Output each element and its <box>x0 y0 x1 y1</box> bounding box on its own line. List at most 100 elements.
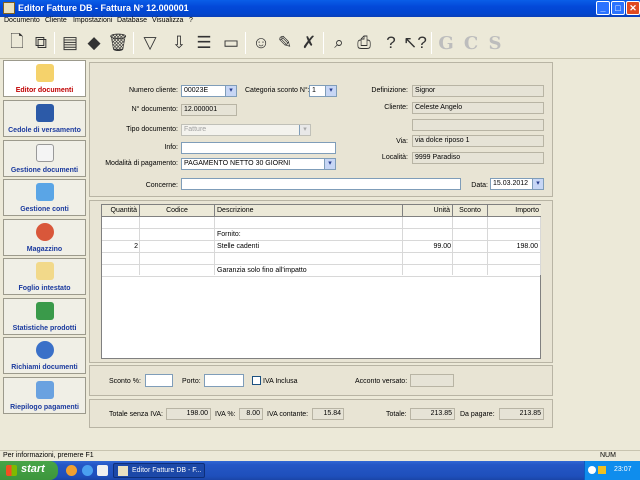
sidebar: Editor documenti Cedole di versamento Ge… <box>3 60 86 448</box>
eraser-icon[interactable]: ◆ <box>81 30 107 56</box>
da-pagare-label: Da pagare: <box>460 411 495 418</box>
table-row[interactable]: Fornito: <box>102 229 540 241</box>
document-header-panel: Numero cliente: 00023E ▾ Categoria sconto… <box>89 62 553 197</box>
chevron-down-icon[interactable]: ▾ <box>225 86 236 96</box>
data-label: Data: <box>471 182 488 189</box>
grid-header-descrizione[interactable]: Descrizione <box>215 205 403 217</box>
new-doc-icon[interactable]: 🗋 <box>4 30 30 56</box>
chevron-down-icon[interactable]: ▾ <box>324 159 335 169</box>
sidebar-item-gestione-documenti[interactable]: Gestione documenti <box>3 140 86 177</box>
letterhead-icon <box>36 262 54 280</box>
menu-cliente[interactable]: Cliente <box>45 17 67 24</box>
list-icon[interactable]: ☰ <box>191 30 217 56</box>
menu-documento[interactable]: Documento <box>4 17 40 24</box>
data-picker[interactable]: 15.03.2012 ▾ <box>490 178 544 190</box>
user-delete-icon[interactable]: ✗ <box>296 30 322 56</box>
window-title: Editor Fatture DB - Fattura N° 12.000001 <box>18 3 189 13</box>
iva-contante-field: 15.84 <box>312 408 344 420</box>
table-row[interactable] <box>102 217 540 229</box>
warehouse-icon <box>36 223 54 241</box>
sidebar-item-statistiche[interactable]: Statistiche prodotti <box>3 298 86 335</box>
trash-icon[interactable]: 🗑 <box>105 30 131 56</box>
totale-label: Totale: <box>386 411 407 418</box>
localita-field: 9999 Paradiso <box>412 152 544 164</box>
sidebar-item-gestione-conti[interactable]: Gestione conti <box>3 179 86 216</box>
cliente-field: Celeste Angelo <box>412 102 544 114</box>
folder-icon[interactable]: ▤ <box>57 30 83 56</box>
ie-quicklaunch-icon[interactable] <box>82 465 93 476</box>
clock[interactable]: 23:07 <box>614 466 632 473</box>
totale-senza-iva-label: Totale senza IVA: <box>109 411 163 418</box>
cliente-label: Cliente: <box>384 104 408 111</box>
copy-doc-icon[interactable]: ⧉ <box>28 30 54 56</box>
items-grid[interactable]: Quantità Codice Descrizione Unità Sconto… <box>101 204 541 359</box>
da-pagare-field: 213.85 <box>499 408 544 420</box>
sidebar-item-editor-documenti[interactable]: Editor documenti <box>3 60 86 97</box>
table-row[interactable]: Garanzia solo fino all'impatto <box>102 265 540 277</box>
concerne-input[interactable] <box>181 178 461 190</box>
sconto-input[interactable] <box>145 374 173 387</box>
pagamento-combo[interactable]: PAGAMENTO NETTO 30 GIORNI ▾ <box>181 158 336 170</box>
sidebar-item-foglio-intestato[interactable]: Foglio intestato <box>3 258 86 295</box>
status-text: Per informazioni, premere F1 <box>3 452 94 459</box>
localita-label: Località: <box>381 154 408 161</box>
documents-icon <box>36 144 54 162</box>
grid-header-codice[interactable]: Codice <box>140 205 215 217</box>
table-row[interactable] <box>102 253 540 265</box>
import-icon[interactable]: ⇩ <box>166 30 192 56</box>
printer-icon[interactable]: ⎙ <box>351 30 377 56</box>
row-unit-price: 99.00 <box>433 243 451 250</box>
categoria-combo[interactable]: 1 ▾ <box>309 85 337 97</box>
minimize-button[interactable]: _ <box>596 1 610 15</box>
grid-header-quantita[interactable]: Quantità <box>102 205 140 217</box>
menu-visualizza[interactable]: Visualizza <box>152 17 183 24</box>
menu-database[interactable]: Database <box>117 17 147 24</box>
windows-logo-icon <box>6 465 17 476</box>
chevron-down-icon[interactable]: ▾ <box>532 179 543 189</box>
c-button[interactable]: C <box>458 30 484 56</box>
search-icon[interactable]: ⌕ <box>326 30 352 56</box>
app-icon[interactable] <box>3 2 15 14</box>
chevron-down-icon[interactable]: ▾ <box>325 86 336 96</box>
network-icon[interactable] <box>588 466 596 474</box>
start-button[interactable]: start <box>0 461 58 480</box>
desktop-quicklaunch-icon[interactable] <box>97 465 108 476</box>
iva-inclusa-checkbox[interactable] <box>252 376 261 385</box>
user-edit-icon[interactable]: ✎ <box>272 30 298 56</box>
sidebar-item-magazzino[interactable]: Magazzino <box>3 219 86 256</box>
g-button[interactable]: G <box>433 30 459 56</box>
pencil-icon <box>36 64 54 82</box>
taskbar-item-label: Editor Fatture DB - F... <box>132 467 202 474</box>
info-input[interactable] <box>181 142 336 154</box>
tipo-documento-combo[interactable]: Fatture ▾ <box>181 124 311 136</box>
browser-quicklaunch-icon[interactable] <box>66 465 77 476</box>
numero-cliente-value: 00023E <box>184 87 209 94</box>
table-row[interactable]: 2 Stelle cadenti 99.00 198.00 <box>102 241 540 253</box>
sidebar-item-cedole[interactable]: Cedole di versamento <box>3 100 86 137</box>
help-icon[interactable]: ? <box>378 30 404 56</box>
context-help-icon[interactable]: ↖? <box>402 30 428 56</box>
shield-icon[interactable] <box>598 466 606 474</box>
porto-input[interactable] <box>204 374 244 387</box>
filter-icon[interactable]: ▽ <box>137 30 163 56</box>
user-icon[interactable]: ☺ <box>248 30 274 56</box>
menu-impostazioni[interactable]: Impostazioni <box>73 17 112 24</box>
menu-help[interactable]: ? <box>189 17 193 24</box>
grid-header-unita[interactable]: Unità <box>403 205 453 217</box>
row-amount: 198.00 <box>516 243 538 250</box>
print-preview-icon[interactable]: ▭ <box>218 30 244 56</box>
taskbar-item-editor[interactable]: Editor Fatture DB - F... <box>113 463 205 478</box>
n-documento-field: 12.000001 <box>181 104 237 116</box>
info-label: Info: <box>164 144 178 151</box>
iva-pct-field: 8.00 <box>239 408 263 420</box>
close-button[interactable]: ✕ <box>626 1 640 15</box>
numero-cliente-combo[interactable]: 00023E ▾ <box>181 85 237 97</box>
grid-header-sconto[interactable]: Sconto <box>453 205 488 217</box>
sidebar-item-riepilogo[interactable]: Riepilogo pagamenti <box>3 377 86 414</box>
grid-header-importo[interactable]: Importo <box>488 205 541 217</box>
maximize-button[interactable]: □ <box>611 1 625 15</box>
chevron-down-icon: ▾ <box>299 125 310 135</box>
sidebar-item-richiami[interactable]: Richiami documenti <box>3 337 86 374</box>
s-button[interactable]: S <box>482 30 508 56</box>
title-bar[interactable]: Editor Fatture DB - Fattura N° 12.000001… <box>0 0 640 17</box>
